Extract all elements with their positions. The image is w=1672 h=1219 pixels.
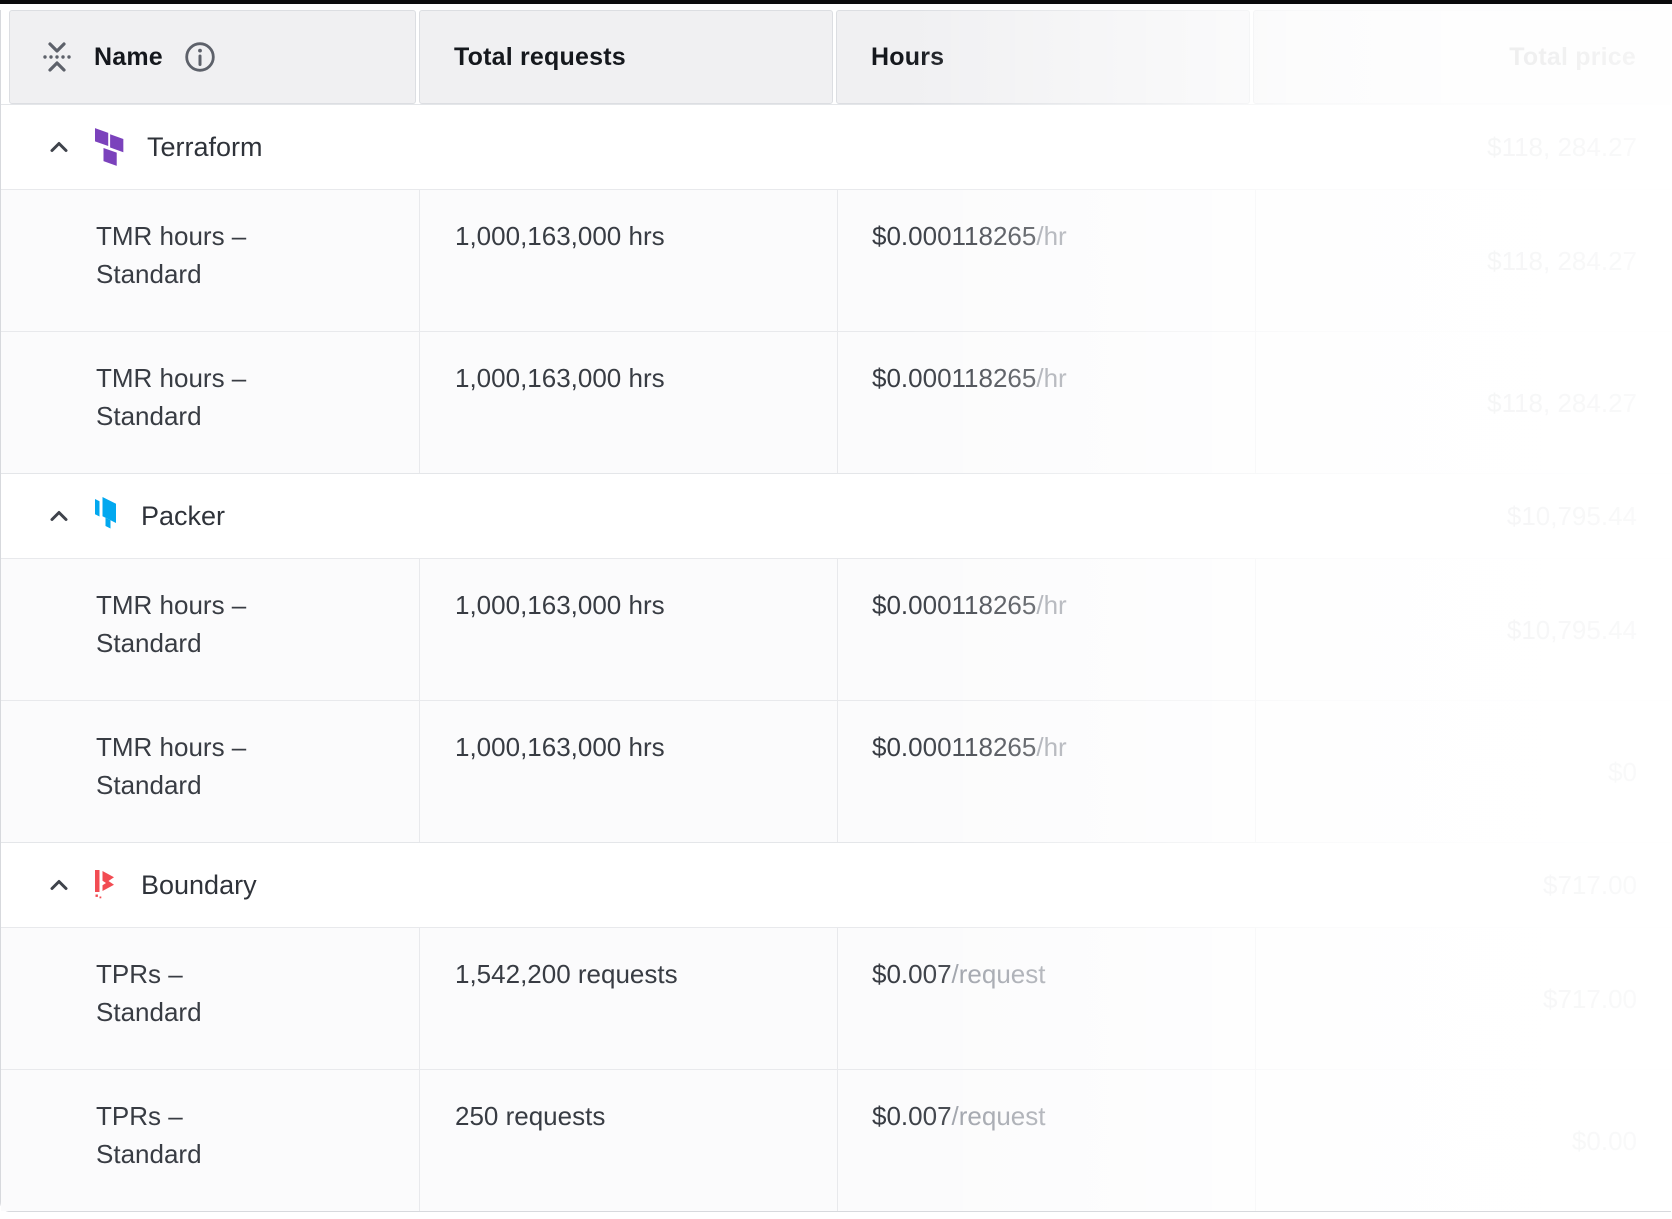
group-label: Terraform: [147, 132, 263, 163]
row-name: TMR hours – Standard: [1, 701, 419, 842]
header-label-name: Name: [94, 43, 163, 72]
header-label-total-requests: Total requests: [454, 43, 626, 72]
packer-icon: [95, 497, 123, 535]
row-name: TMR hours – Standard: [1, 332, 419, 473]
row-name: TPRs – Standard: [1, 928, 419, 1069]
row-total-price: $118, 284.27: [1255, 332, 1671, 473]
group-total-price: $10,795.44: [1507, 501, 1671, 532]
group-row-terraform[interactable]: Terraform $118, 284.27: [1, 104, 1671, 189]
terraform-icon: [95, 128, 129, 166]
group-label: Boundary: [141, 870, 257, 901]
boundary-icon: [95, 870, 123, 900]
row-total-requests: 1,000,163,000 hrs: [419, 332, 837, 473]
top-divider: [0, 0, 1672, 4]
table-row: TMR hours – Standard 1,000,163,000 hrs $…: [1, 558, 1671, 700]
row-total-requests: 1,000,163,000 hrs: [419, 559, 837, 700]
row-total-price: $0: [1255, 701, 1671, 842]
row-total-price: $717.00: [1255, 928, 1671, 1069]
table-row: TMR hours – Standard 1,000,163,000 hrs $…: [1, 331, 1671, 473]
table-header: Name Total requests Hours Total price: [1, 10, 1671, 104]
row-request-rate: $0.007/request: [837, 928, 1255, 1069]
table-row: TPRs – Standard 1,542,200 requests $0.00…: [1, 927, 1671, 1069]
row-hourly-rate: $0.000118265/hr: [837, 559, 1255, 700]
row-total-price: $0.00: [1255, 1070, 1671, 1211]
chevron-up-icon[interactable]: [45, 871, 73, 899]
group-total-price: $118, 284.27: [1487, 132, 1671, 163]
header-cell-name: Name: [9, 10, 416, 104]
table-row: TMR hours – Standard 1,000,163,000 hrs $…: [1, 189, 1671, 331]
group-row-packer[interactable]: Packer $10,795.44: [1, 473, 1671, 558]
row-hourly-rate: $0.000118265/hr: [837, 190, 1255, 331]
row-name: TPRs – Standard: [1, 1070, 419, 1211]
row-total-price: $118, 284.27: [1255, 190, 1671, 331]
table-row: TMR hours – Standard 1,000,163,000 hrs $…: [1, 700, 1671, 842]
row-request-rate: $0.007/request: [837, 1070, 1255, 1211]
row-total-requests: 1,000,163,000 hrs: [419, 701, 837, 842]
chevron-up-icon[interactable]: [45, 133, 73, 161]
chevron-up-icon[interactable]: [45, 502, 73, 530]
row-hourly-rate: $0.000118265/hr: [837, 701, 1255, 842]
row-total-price: $10,795.44: [1255, 559, 1671, 700]
row-total-requests: 250 requests: [419, 1070, 837, 1211]
header-cell-hours: Hours: [836, 10, 1250, 104]
group-row-boundary[interactable]: Boundary $717.00: [1, 842, 1671, 927]
header-cell-total-price: Total price: [1253, 10, 1671, 104]
header-cell-total-requests: Total requests: [419, 10, 833, 104]
header-label-hours: Hours: [871, 43, 944, 72]
row-total-requests: 1,542,200 requests: [419, 928, 837, 1069]
row-hourly-rate: $0.000118265/hr: [837, 332, 1255, 473]
group-total-price: $717.00: [1543, 870, 1671, 901]
row-name: TMR hours – Standard: [1, 190, 419, 331]
collapse-all-icon[interactable]: [40, 40, 74, 74]
row-total-requests: 1,000,163,000 hrs: [419, 190, 837, 331]
group-label: Packer: [141, 501, 225, 532]
table-row: TPRs – Standard 250 requests $0.007/requ…: [1, 1069, 1671, 1211]
usage-pricing-table: Name Total requests Hours Total price: [0, 10, 1671, 1212]
row-name: TMR hours – Standard: [1, 559, 419, 700]
header-label-total-price: Total price: [1509, 43, 1636, 72]
info-icon[interactable]: [183, 40, 217, 74]
